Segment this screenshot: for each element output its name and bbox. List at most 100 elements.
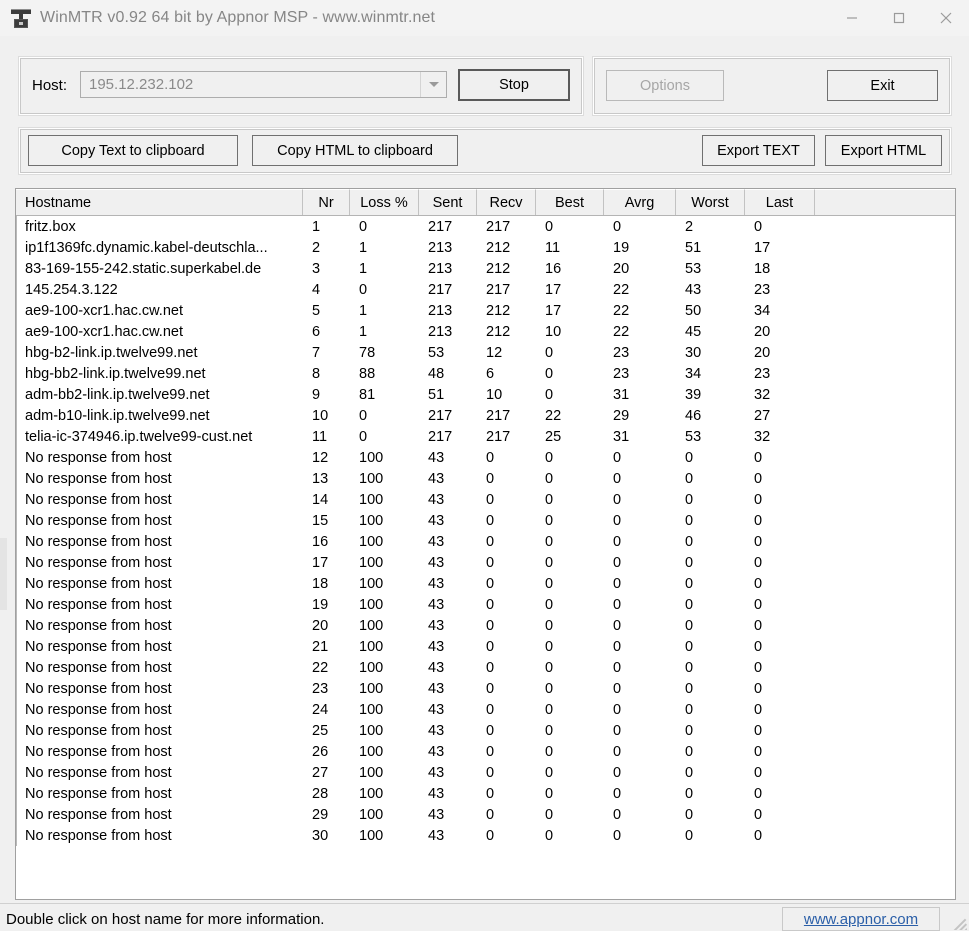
table-row[interactable]: No response from host 29 100 43 0 0 0 0 0 [16, 804, 955, 825]
table-row[interactable]: adm-b10-link.ip.twelve99.net 10 0 217 217 22 2… [16, 405, 955, 426]
table-row[interactable]: No response from host 19 100 43 0 0 0 0 0 [16, 594, 955, 615]
table-row[interactable]: No response from host 21 100 43 0 0 0 0 0 [16, 636, 955, 657]
cell-loss: 100 [359, 764, 384, 781]
table-row[interactable]: 145.254.3.122 4 0 217 217 17 22 43 23 [16, 279, 955, 300]
status-hint: Double click on host name for more infor… [6, 910, 325, 928]
cell-best: 11 [545, 239, 561, 256]
cell-avrg: 0 [613, 785, 622, 802]
cell-worst: 53 [685, 260, 702, 277]
column-header-recv[interactable]: Recv [477, 189, 536, 215]
minimize-button[interactable] [828, 0, 875, 36]
column-header-avrg[interactable]: Avrg [604, 189, 676, 215]
table-row[interactable]: No response from host 14 100 43 0 0 0 0 0 [16, 489, 955, 510]
cell-nr: 29 [312, 806, 329, 823]
cell-loss: 100 [359, 701, 384, 718]
cell-worst: 0 [685, 449, 694, 466]
table-row[interactable]: No response from host 30 100 43 0 0 0 0 0 [16, 825, 955, 846]
exit-button[interactable]: Exit [827, 70, 938, 101]
status-link-pane[interactable]: www.appnor.com [782, 907, 940, 931]
table-row[interactable]: fritz.box 1 0 217 217 0 0 2 0 [16, 216, 955, 237]
table-row[interactable]: No response from host 17 100 43 0 0 0 0 0 [16, 552, 955, 573]
close-button[interactable] [922, 0, 969, 36]
title-bar[interactable]: WinMTR v0.92 64 bit by Appnor MSP - www.… [0, 0, 969, 36]
cell-sent: 217 [428, 281, 453, 298]
table-row[interactable]: No response from host 20 100 43 0 0 0 0 0 [16, 615, 955, 636]
table-row[interactable]: hbg-b2-link.ip.twelve99.net 7 78 53 12 0 23 30 2… [16, 342, 955, 363]
table-row[interactable]: No response from host 12 100 43 0 0 0 0 0 [16, 447, 955, 468]
resize-grip-icon[interactable] [949, 912, 967, 930]
export-text-button[interactable]: Export TEXT [702, 135, 815, 166]
cell-sent: 43 [428, 575, 445, 592]
host-input[interactable]: 195.12.232.102 [80, 71, 447, 98]
table-row[interactable]: No response from host 28 100 43 0 0 0 0 0 [16, 783, 955, 804]
cell-last: 18 [754, 260, 771, 277]
cell-best: 17 [545, 302, 562, 319]
column-header-hostname[interactable]: Hostname [16, 189, 303, 215]
table-row[interactable]: No response from host 25 100 43 0 0 0 0 0 [16, 720, 955, 741]
table-row[interactable]: ae9-100-xcr1.hac.cw.net 6 1 213 212 10 22 45 20 [16, 321, 955, 342]
cell-recv: 0 [486, 491, 495, 508]
cell-nr: 21 [312, 638, 329, 655]
network-tower-icon [10, 7, 32, 29]
table-row[interactable]: 83-169-155-242.static.superkabel.de 3 1 213… [16, 258, 955, 279]
cell-avrg: 22 [613, 281, 630, 298]
cell-avrg: 0 [613, 491, 622, 508]
cell-recv: 217 [486, 218, 511, 235]
cell-avrg: 22 [613, 323, 630, 340]
table-row[interactable]: No response from host 18 100 43 0 0 0 0 0 [16, 573, 955, 594]
column-header-nr[interactable]: Nr [303, 189, 350, 215]
cell-nr: 2 [312, 239, 321, 256]
table-row[interactable]: adm-bb2-link.ip.twelve99.net 9 81 51 10 0 31 39… [16, 384, 955, 405]
cell-best: 22 [545, 407, 562, 424]
maximize-button[interactable] [875, 0, 922, 36]
stop-button[interactable]: Stop [458, 69, 570, 101]
cell-avrg: 20 [613, 260, 630, 277]
appnor-link[interactable]: www.appnor.com [804, 911, 918, 928]
cell-worst: 0 [685, 638, 694, 655]
table-row[interactable]: No response from host 15 100 43 0 0 0 0 0 [16, 510, 955, 531]
column-header-last[interactable]: Last [745, 189, 815, 215]
window-controls [828, 0, 969, 36]
table-row[interactable]: ae9-100-xcr1.hac.cw.net 5 1 213 212 17 22 50 34 [16, 300, 955, 321]
table-row[interactable]: No response from host 24 100 43 0 0 0 0 0 [16, 699, 955, 720]
cell-best: 17 [545, 281, 562, 298]
cell-hostname: 83-169-155-242.static.superkabel.de [25, 260, 262, 277]
table-row[interactable]: No response from host 26 100 43 0 0 0 0 0 [16, 741, 955, 762]
options-button[interactable]: Options [606, 70, 724, 101]
cell-sent: 43 [428, 554, 445, 571]
column-header-best[interactable]: Best [536, 189, 604, 215]
cell-hostname: No response from host [25, 575, 172, 592]
table-row[interactable]: No response from host 22 100 43 0 0 0 0 0 [16, 657, 955, 678]
cell-last: 17 [754, 239, 771, 256]
table-row[interactable]: No response from host 16 100 43 0 0 0 0 0 [16, 531, 955, 552]
table-header-row: Hostname Nr Loss % Sent Recv Best Avrg Worst Las… [16, 189, 955, 216]
cell-sent: 43 [428, 596, 445, 613]
chevron-down-icon[interactable] [420, 72, 446, 97]
cell-best: 0 [545, 512, 554, 529]
copy-text-button[interactable]: Copy Text to clipboard [28, 135, 238, 166]
cell-last: 0 [754, 218, 763, 235]
table-row[interactable]: telia-ic-374946.ip.twelve99-cust.net 11 0 2… [16, 426, 955, 447]
export-html-button[interactable]: Export HTML [825, 135, 942, 166]
cell-nr: 13 [312, 470, 329, 487]
column-header-loss[interactable]: Loss % [350, 189, 419, 215]
cell-sent: 43 [428, 533, 445, 550]
cell-best: 0 [545, 827, 554, 844]
column-header-sent[interactable]: Sent [419, 189, 477, 215]
table-row[interactable]: No response from host 27 100 43 0 0 0 0 0 [16, 762, 955, 783]
cell-best: 0 [545, 659, 554, 676]
table-row[interactable]: No response from host 13 100 43 0 0 0 0 0 [16, 468, 955, 489]
cell-hostname: 145.254.3.122 [25, 281, 118, 298]
cell-last: 0 [754, 638, 763, 655]
cell-hostname: ip1f1369fc.dynamic.kabel-deutschla... [25, 239, 268, 256]
copy-html-button[interactable]: Copy HTML to clipboard [252, 135, 458, 166]
cell-nr: 15 [312, 512, 329, 529]
table-row[interactable]: ip1f1369fc.dynamic.kabel-deutschla... 2 1 2… [16, 237, 955, 258]
column-header-worst[interactable]: Worst [676, 189, 745, 215]
cell-recv: 0 [486, 785, 495, 802]
table-row[interactable]: hbg-bb2-link.ip.twelve99.net 8 88 48 6 0 23 34 2… [16, 363, 955, 384]
cell-last: 0 [754, 659, 763, 676]
cell-hostname: hbg-bb2-link.ip.twelve99.net [25, 365, 206, 382]
cell-last: 0 [754, 785, 763, 802]
table-row[interactable]: No response from host 23 100 43 0 0 0 0 0 [16, 678, 955, 699]
